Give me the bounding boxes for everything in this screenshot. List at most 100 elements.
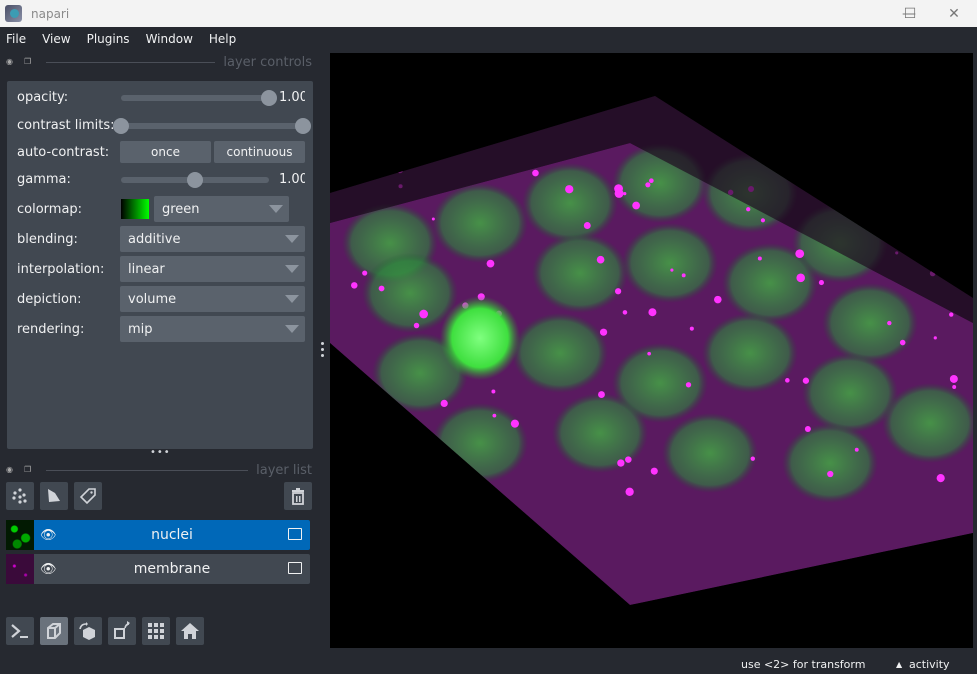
nucleus xyxy=(432,183,528,263)
menu-window[interactable]: Window xyxy=(146,32,193,46)
delete-layer-button[interactable] xyxy=(284,482,312,510)
bright-nucleus xyxy=(440,296,520,380)
header-divider xyxy=(46,469,249,471)
membrane-spot xyxy=(650,467,658,475)
roll-dimensions-button[interactable] xyxy=(74,617,102,645)
chevron-up-icon[interactable]: ▲ xyxy=(896,660,902,669)
gamma-slider-handle[interactable] xyxy=(187,172,203,188)
nucleus xyxy=(822,283,918,363)
nucleus xyxy=(532,233,628,313)
colormap-dropdown[interactable]: green xyxy=(154,196,289,222)
shapes-icon xyxy=(48,489,60,502)
nucleus xyxy=(782,423,878,503)
activity-button[interactable]: activity xyxy=(909,658,950,671)
membrane-spot xyxy=(796,273,805,283)
membrane-spot xyxy=(413,322,420,329)
membrane-spot xyxy=(785,378,790,383)
interpolation-label: interpolation: xyxy=(17,262,105,277)
membrane-spot xyxy=(583,222,591,229)
gamma-slider[interactable] xyxy=(121,172,269,188)
label-tag-icon xyxy=(79,488,96,505)
membrane-spot xyxy=(952,385,957,389)
ndisplay-toggle-button[interactable] xyxy=(40,617,68,645)
membrane-spot xyxy=(378,285,385,292)
header-divider xyxy=(46,61,216,63)
nucleus xyxy=(552,393,648,473)
membrane-spot xyxy=(855,218,859,222)
grid-icon xyxy=(148,623,164,639)
chevron-down-icon xyxy=(285,235,299,243)
membrane-spot xyxy=(532,169,539,177)
float-dock-icon[interactable]: ❐ xyxy=(24,466,34,474)
contrast-low-handle[interactable] xyxy=(113,118,129,134)
float-dock-icon[interactable]: ❐ xyxy=(24,58,34,66)
new-shapes-layer-button[interactable] xyxy=(40,482,68,510)
nucleus xyxy=(432,403,528,483)
rendering-label: rendering: xyxy=(17,322,85,337)
membrane-spot xyxy=(351,282,358,289)
opacity-slider-handle[interactable] xyxy=(261,90,277,106)
new-points-layer-button[interactable] xyxy=(6,482,34,510)
hide-dock-icon[interactable]: ◉ xyxy=(6,58,16,66)
membrane-spot xyxy=(622,310,628,315)
membrane-spot xyxy=(818,280,824,286)
layer-item-membrane[interactable]: 👁 membrane xyxy=(6,554,310,584)
menu-file[interactable]: File xyxy=(6,32,26,46)
nucleus xyxy=(702,313,798,393)
menu-view[interactable]: View xyxy=(42,32,70,46)
membrane-spot xyxy=(625,487,634,496)
transpose-button[interactable] xyxy=(108,617,136,645)
menu-help[interactable]: Help xyxy=(209,32,236,46)
close-icon: ✕ xyxy=(948,5,960,22)
layer-list-title: layer list xyxy=(256,462,312,478)
membrane-spot xyxy=(565,185,574,194)
auto-contrast-continuous-button[interactable]: continuous xyxy=(214,141,305,163)
membrane-spot xyxy=(419,309,429,319)
contrast-limits-label: contrast limits: xyxy=(17,118,115,133)
auto-contrast-once-button[interactable]: once xyxy=(120,141,211,163)
maximize-icon: ☐ xyxy=(903,5,917,22)
hide-dock-icon[interactable]: ◉ xyxy=(6,466,16,474)
membrane-spot xyxy=(419,465,427,473)
membrane-spot xyxy=(596,255,605,264)
opacity-slider[interactable] xyxy=(121,90,277,106)
membrane-spot xyxy=(623,192,627,196)
3d-cube-icon xyxy=(47,623,61,639)
grid-view-button[interactable] xyxy=(142,617,170,645)
layer-list-header: ◉ ❐ layer list xyxy=(6,462,312,478)
gamma-label: gamma: xyxy=(17,172,71,187)
contrast-limits-slider[interactable] xyxy=(113,118,311,134)
membrane-spot xyxy=(933,336,937,340)
membrane-spot xyxy=(510,419,519,428)
close-button[interactable]: ✕ xyxy=(931,0,977,27)
viewer-canvas[interactable] xyxy=(330,53,973,648)
membrane-spot xyxy=(617,459,625,467)
contrast-high-handle[interactable] xyxy=(295,118,311,134)
membrane-spot xyxy=(714,295,722,304)
membrane-spot xyxy=(491,389,496,394)
layer-controls-panel: opacity: 1.00 contrast limits: auto-cont… xyxy=(7,81,313,449)
dock-splitter-handle[interactable]: ••• xyxy=(150,447,171,458)
home-button[interactable] xyxy=(176,617,204,645)
depiction-value: volume xyxy=(128,291,177,307)
main-splitter-handle[interactable] xyxy=(321,342,325,357)
console-button[interactable] xyxy=(6,617,34,645)
layer-controls-header: ◉ ❐ layer controls xyxy=(6,54,312,70)
new-labels-layer-button[interactable] xyxy=(74,482,102,510)
chevron-down-icon xyxy=(269,205,283,213)
membrane-spot xyxy=(899,339,906,346)
interpolation-dropdown[interactable]: linear xyxy=(120,256,305,282)
status-hint: use <2> for transform xyxy=(741,658,866,671)
blending-label: blending: xyxy=(17,232,78,247)
depiction-dropdown[interactable]: volume xyxy=(120,286,305,312)
blending-dropdown[interactable]: additive xyxy=(120,226,305,252)
membrane-spot xyxy=(804,426,811,433)
menu-plugins[interactable]: Plugins xyxy=(87,32,130,46)
opacity-value: 1.00 xyxy=(279,90,305,105)
layer-item-nuclei[interactable]: 👁 nuclei xyxy=(6,520,310,550)
membrane-spot xyxy=(645,182,651,188)
membrane-spot xyxy=(827,470,834,478)
status-bar: use <2> for transform ▲ activity xyxy=(0,648,977,674)
rendering-dropdown[interactable]: mip xyxy=(120,316,305,342)
maximize-button[interactable]: ☐ xyxy=(887,0,933,27)
